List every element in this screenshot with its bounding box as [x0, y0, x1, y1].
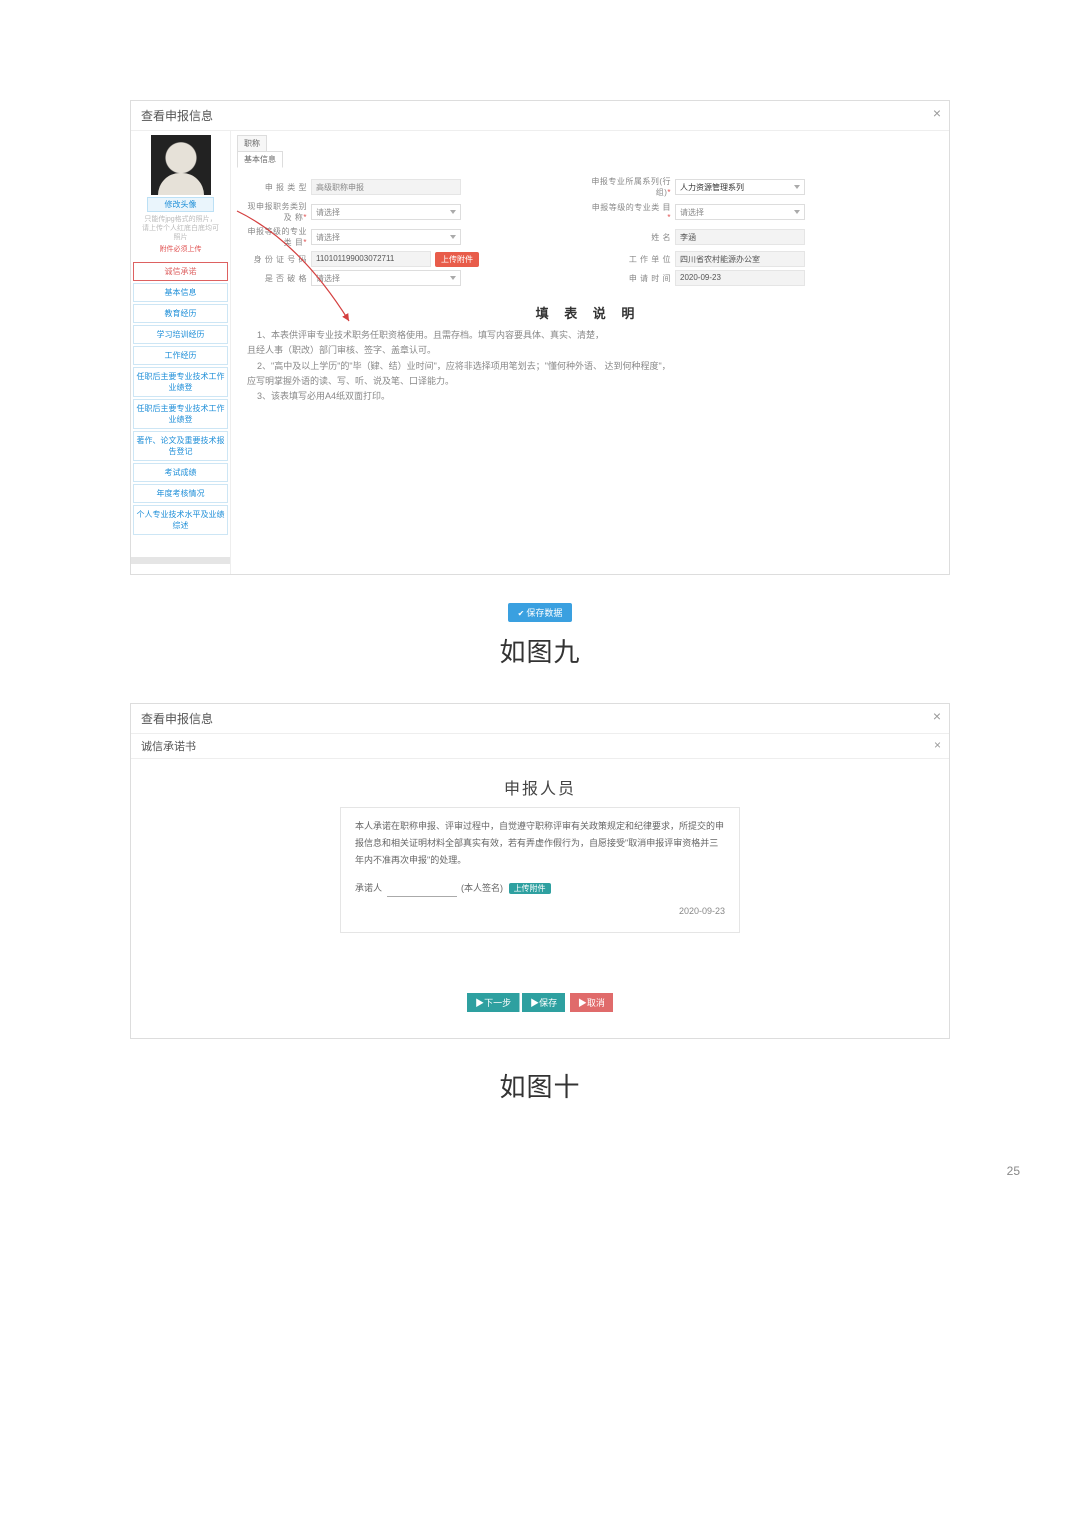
label-series: 申报专业所属系列(行 组)* — [591, 176, 671, 198]
sidebar-item-training[interactable]: 学习培训经历 — [133, 325, 228, 344]
field-id-number: 110101199003072711 — [311, 251, 431, 267]
cancel-button[interactable]: ▶取消 — [570, 993, 613, 1012]
label-apply-category: 申报等级的专业类 目* — [243, 226, 307, 248]
instruction-line2b: 应写明掌握外语的读、写、听、说及笔、口译能力。 — [257, 374, 929, 389]
sidebar-item-exam[interactable]: 考试成绩 — [133, 463, 228, 482]
chevron-down-icon — [794, 185, 800, 189]
save-data-button[interactable]: 保存数据 — [508, 603, 573, 622]
sidebar-item-achievement2[interactable]: 任职后主要专业技术工作业绩登 — [133, 399, 228, 429]
commitment-inner-header: 诚信承诺书 × — [131, 734, 949, 759]
signature-line — [387, 887, 457, 897]
modal2-close-button[interactable]: × — [933, 708, 941, 724]
field-work-unit: 四川省农村能源办公室 — [675, 251, 805, 267]
sidebar-item-summary[interactable]: 个人专业技术水平及业绩综述 — [133, 505, 228, 535]
sidebar-greybar — [131, 557, 230, 564]
tab-basic-info[interactable]: 基本信息 — [237, 151, 283, 168]
modal-commitment: 查看申报信息 × 诚信承诺书 × 申报人员 本人承诺在职称申报、评审过程中，自觉… — [130, 703, 950, 1038]
instruction-line2: 2、"高中及以上学历"的"毕（肄、结）业时间"，应将非选择项用笔划去；"懂何种外… — [257, 359, 929, 374]
instruction-line1b: 且经人事（职改）部门审核、签字、盖章认可。 — [257, 343, 929, 358]
label-current-category: 现申报职务类别及 称* — [243, 201, 307, 223]
instruction-line1: 1、本表供评审专业技术职务任职资格使用。且需存档。填写内容要具体、真实、清楚， — [257, 328, 929, 343]
commitment-upload-button[interactable]: 上传附件 — [509, 883, 551, 894]
sidebar: 修改头像 只能传jpg格式的照片，请上传个人红底白底均可照片 附件必须上传 诚信… — [131, 131, 231, 574]
field-apply-date: 2020-09-23 — [675, 270, 805, 286]
commitment-date: 2020-09-23 — [355, 903, 725, 920]
fill-instructions-body: 1、本表供评审专业技术职务任职资格使用。且需存档。填写内容要具体、真实、清楚， … — [237, 328, 939, 412]
sidebar-item-basic-info[interactable]: 基本信息 — [133, 283, 228, 302]
commitment-inner-title: 诚信承诺书 — [141, 741, 196, 753]
commitment-sign-label: 承诺人 — [355, 883, 382, 893]
save-row: 保存数据 — [130, 603, 950, 622]
next-button[interactable]: ▶下一步 — [467, 993, 520, 1012]
sidebar-item-work[interactable]: 工作经历 — [133, 346, 228, 365]
modal-application-info: 查看申报信息 × 修改头像 只能传jpg格式的照片，请上传个人红底白底均可照片 … — [130, 100, 950, 575]
label-work-unit: 工 作 单 位 — [591, 254, 671, 265]
select-current-category[interactable]: 请选择 — [311, 204, 461, 220]
select-apply-level[interactable]: 请选择 — [675, 204, 805, 220]
chevron-down-icon — [450, 235, 456, 239]
commitment-button-row: ▶下一步▶保存 ▶取消 — [141, 993, 939, 1012]
sidebar-item-achievement1[interactable]: 任职后主要专业技术工作业绩登 — [133, 367, 228, 397]
commitment-title: 申报人员 — [340, 769, 740, 807]
commitment-inner-close-button[interactable]: × — [934, 738, 941, 752]
avatar-change-button[interactable]: 修改头像 — [147, 197, 214, 212]
label-name: 姓 名 — [591, 232, 671, 243]
sidebar-item-commitment[interactable]: 诚信承诺 — [133, 262, 228, 281]
select-apply-category[interactable]: 请选择 — [311, 229, 461, 245]
label-exception: 是 否 破 格 — [243, 273, 307, 284]
avatar-note-text: 只能传jpg格式的照片，请上传个人红底白底均可照片 — [141, 215, 220, 242]
modal1-close-button[interactable]: × — [933, 105, 941, 121]
figure-caption-9: 如图九 — [130, 632, 950, 669]
select-exception[interactable]: 请选择 — [311, 270, 461, 286]
label-apply-level: 申报等级的专业类 目* — [591, 202, 671, 222]
chevron-down-icon — [450, 210, 456, 214]
commitment-body-text: 本人承诺在职称申报、评审过程中，自觉遵守职称评审有关政策规定和纪律要求，所提交的… — [355, 818, 725, 869]
chevron-down-icon — [450, 276, 456, 280]
label-id-number: 身 份 证 号 码 — [243, 254, 307, 265]
instruction-line3: 3、该表填写必用A4纸双面打印。 — [257, 389, 929, 404]
tabs-row: 职称 基本信息 — [237, 135, 939, 168]
commitment-sign-row: 承诺人 (本人签名) 上传附件 — [355, 880, 725, 897]
modal1-header: 查看申报信息 × — [131, 101, 949, 131]
field-name: 李涵 — [675, 229, 805, 245]
fill-instructions-title: 填 表 说 明 — [237, 303, 939, 322]
label-apply-date: 申 请 时 间 — [591, 273, 671, 284]
avatar-upload-required: 附件必须上传 — [141, 244, 220, 254]
label-apply-type: 申 报 类 型 — [243, 182, 307, 193]
commitment-sign-suffix: (本人签名) — [461, 883, 503, 893]
form-area: 申 报 类 型 高级职称申报 申报专业所属系列(行 组)* 人力资源管理系列 现… — [237, 170, 939, 293]
avatar-section: 修改头像 只能传jpg格式的照片，请上传个人红底白底均可照片 附件必须上传 — [131, 131, 230, 260]
sidebar-item-publications[interactable]: 著作、论文及重要技术报告登记 — [133, 431, 228, 461]
chevron-down-icon — [794, 210, 800, 214]
page-number: 25 — [1007, 1164, 1020, 1178]
main-panel: 职称 基本信息 申 报 类 型 高级职称申报 申报专业所属系列(行 组)* 人力… — [231, 131, 949, 574]
commitment-stage: 申报人员 本人承诺在职称申报、评审过程中，自觉遵守职称评审有关政策规定和纪律要求… — [131, 759, 949, 1037]
commitment-card: 申报人员 本人承诺在职称申报、评审过程中，自觉遵守职称评审有关政策规定和纪律要求… — [340, 769, 740, 932]
sidebar-item-annual-review[interactable]: 年度考核情况 — [133, 484, 228, 503]
modal2-title: 查看申报信息 — [141, 712, 213, 726]
tab-title[interactable]: 职称 — [237, 135, 267, 151]
modal1-title: 查看申报信息 — [141, 109, 213, 123]
select-series[interactable]: 人力资源管理系列 — [675, 179, 805, 195]
modal2-header: 查看申报信息 × — [131, 704, 949, 734]
sidebar-item-education[interactable]: 教育经历 — [133, 304, 228, 323]
field-apply-type: 高级职称申报 — [311, 179, 461, 195]
save-button[interactable]: ▶保存 — [522, 993, 565, 1012]
figure-caption-10: 如图十 — [130, 1067, 950, 1104]
upload-id-button[interactable]: 上传附件 — [435, 252, 479, 267]
commitment-text-box: 本人承诺在职称申报、评审过程中，自觉遵守职称评审有关政策规定和纪律要求，所提交的… — [340, 807, 740, 932]
avatar-placeholder-icon — [151, 135, 211, 195]
